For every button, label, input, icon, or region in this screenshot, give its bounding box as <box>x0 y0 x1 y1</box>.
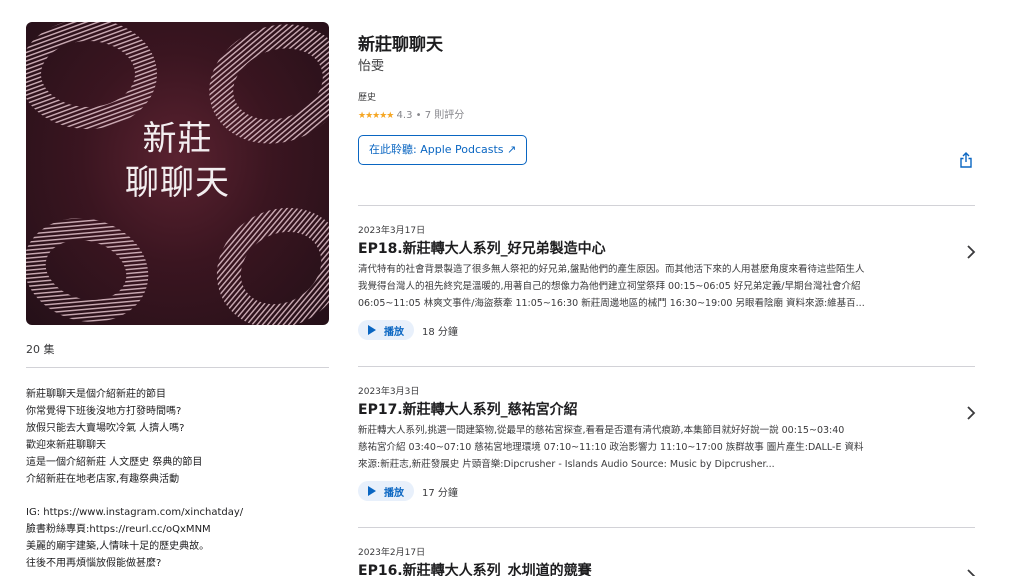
episode-play-row: 播放 18 分鐘 <box>358 320 975 340</box>
description-line: 這是一個介紹新莊 人文歷史 祭典的節目 <box>26 457 203 468</box>
description-line: 往後不用再煩惱放假能做甚麼? <box>26 558 162 569</box>
show-rating: ★★★★★ 4.3 • 7 則評分 <box>358 106 975 121</box>
play-button[interactable]: 播放 <box>358 320 414 340</box>
share-icon[interactable] <box>959 152 973 168</box>
episode-item[interactable]: 2023年3月3日 EP17.新莊轉大人系列_慈祐宮介紹 新莊轉大人系列,挑選一… <box>358 386 977 501</box>
show-title: 新莊聊聊天 <box>358 35 443 55</box>
description-line: 放假只能去大賣場吹冷氣 人擠人嗎? <box>26 423 185 434</box>
show-artwork: 新莊 聊聊天 <box>26 22 329 325</box>
play-label: 播放 <box>384 326 404 338</box>
show-sidebar: 新莊 聊聊天 20 集 新莊聊聊天是個介紹新莊的節目 你常覺得下班後沒地方打發時… <box>26 22 329 572</box>
description-line: 新莊聊聊天是個介紹新莊的節目 <box>26 389 166 400</box>
episode-description-line: 06:05~11:05 林爽文事件/海盜蔡牽 11:05~16:30 新莊周邊地… <box>358 298 865 309</box>
show-author[interactable]: 怡雯 <box>358 58 975 76</box>
episode-play-row: 播放 17 分鐘 <box>358 481 975 501</box>
chevron-right-icon[interactable] <box>965 406 977 420</box>
play-label: 播放 <box>384 487 404 499</box>
episode-duration: 17 分鐘 <box>422 487 458 499</box>
description-line: 美麗的廟宇建築,人情味十足的歷史典故。 <box>26 541 210 552</box>
divider <box>358 527 975 528</box>
play-icon <box>368 325 376 335</box>
play-icon <box>368 486 376 496</box>
episode-description-line: 來源:新莊志,新莊發展史 片頭音樂:Dipcrusher - Islands A… <box>358 459 775 470</box>
listen-on-apple-podcasts-button[interactable]: 在此聆聽: Apple Podcasts ↗ <box>358 135 528 165</box>
chevron-right-icon[interactable] <box>965 569 977 576</box>
rating-text: 4.3 • 7 則評分 <box>396 110 465 121</box>
episode-description-line: 我覺得台灣人的祖先終究是溫暖的,用著自己的想像力為他們建立祠堂祭拜 00:15~… <box>358 281 861 292</box>
artwork-title-line2: 聊聊天 <box>125 163 230 203</box>
description-line: IG: https://www.instagram.com/xinchatday… <box>26 507 244 518</box>
play-button[interactable]: 播放 <box>358 481 414 501</box>
description-line: 歡迎來新莊聊聊天 <box>26 440 106 451</box>
description-line: 臉書粉絲專頁:https://reurl.cc/oQxMNM <box>26 524 211 535</box>
episode-description-line: 新莊轉大人系列,挑選一間建築物,從最早的慈祐宮探查,看看是否還有清代痕跡,本集節… <box>358 425 845 436</box>
episode-description: 清代特有的社會背景製造了很多無人祭祀的好兄弟,盤點他們的產生原因。而其他活下來的… <box>358 261 958 312</box>
description-line: 介紹新莊在地老店家,有趣祭典活動 <box>26 474 180 485</box>
rating-stars-icon: ★★★★★ <box>358 111 394 121</box>
episode-duration: 18 分鐘 <box>422 326 458 338</box>
episode-description-line: 慈祐宮介紹 03:40~07:10 慈祐宮地理環境 07:10~11:10 政治… <box>358 442 864 453</box>
episode-date: 2023年3月17日 <box>358 226 426 236</box>
divider <box>26 367 329 368</box>
episode-date: 2023年2月17日 <box>358 548 426 558</box>
episode-title[interactable]: EP18.新莊轉大人系列_好兄弟製造中心 <box>358 239 975 259</box>
episode-title[interactable]: EP17.新莊轉大人系列_慈祐宮介紹 <box>358 400 975 420</box>
description-line: 你常覺得下班後沒地方打發時間嗎? <box>26 406 182 417</box>
show-main: 新莊聊聊天 怡雯 歷史 ★★★★★ 4.3 • 7 則評分 在此聆聽: Appl… <box>358 34 976 576</box>
chevron-right-icon[interactable] <box>965 245 977 259</box>
artwork-title-line1: 新莊 <box>142 119 213 159</box>
divider <box>358 205 975 206</box>
show-genre[interactable]: 歷史 <box>358 90 975 103</box>
episode-title[interactable]: EP16.新莊轉大人系列_水圳道的競賽 <box>358 561 975 576</box>
episode-count: 20 集 <box>26 343 55 356</box>
episode-item[interactable]: 2023年3月17日 EP18.新莊轉大人系列_好兄弟製造中心 清代特有的社會背… <box>358 225 977 340</box>
episode-item[interactable]: 2023年2月17日 EP16.新莊轉大人系列_水圳道的競賽 <box>358 547 977 576</box>
divider <box>358 366 975 367</box>
show-description: 新莊聊聊天是個介紹新莊的節目 你常覺得下班後沒地方打發時間嗎? 放假只能去大賣場… <box>26 386 329 572</box>
episode-description: 新莊轉大人系列,挑選一間建築物,從最早的慈祐宮探查,看看是否還有清代痕跡,本集節… <box>358 422 958 473</box>
episode-description-line: 清代特有的社會背景製造了很多無人祭祀的好兄弟,盤點他們的產生原因。而其他活下來的… <box>358 264 865 275</box>
episode-date: 2023年3月3日 <box>358 387 420 397</box>
